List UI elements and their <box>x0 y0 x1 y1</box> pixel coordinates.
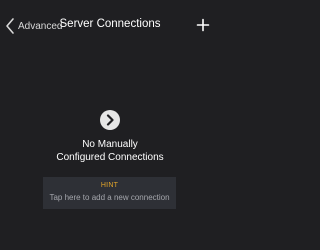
navigation-bar: Advanced Server Connections <box>0 0 220 49</box>
chevron-right-icon <box>106 114 114 126</box>
plus-icon[interactable] <box>195 17 211 33</box>
chevron-right-circle-icon <box>100 110 120 130</box>
back-button[interactable]: Advanced <box>3 16 62 36</box>
add-connection-hint[interactable]: HINT Tap here to add a new connection <box>43 177 176 209</box>
empty-state-message: No Manually Configured Connections <box>0 138 220 164</box>
empty-state: No Manually Configured Connections <box>0 110 220 164</box>
back-button-label: Advanced <box>18 20 63 32</box>
empty-state-line-1: No Manually <box>82 139 138 150</box>
empty-state-line-2: Configured Connections <box>56 152 164 163</box>
chevron-left-icon <box>6 18 14 34</box>
hint-text: Tap here to add a new connection <box>49 193 170 202</box>
server-connections-screen: Advanced Server Connections No Manually … <box>0 0 220 250</box>
hint-title: HINT <box>100 182 119 189</box>
